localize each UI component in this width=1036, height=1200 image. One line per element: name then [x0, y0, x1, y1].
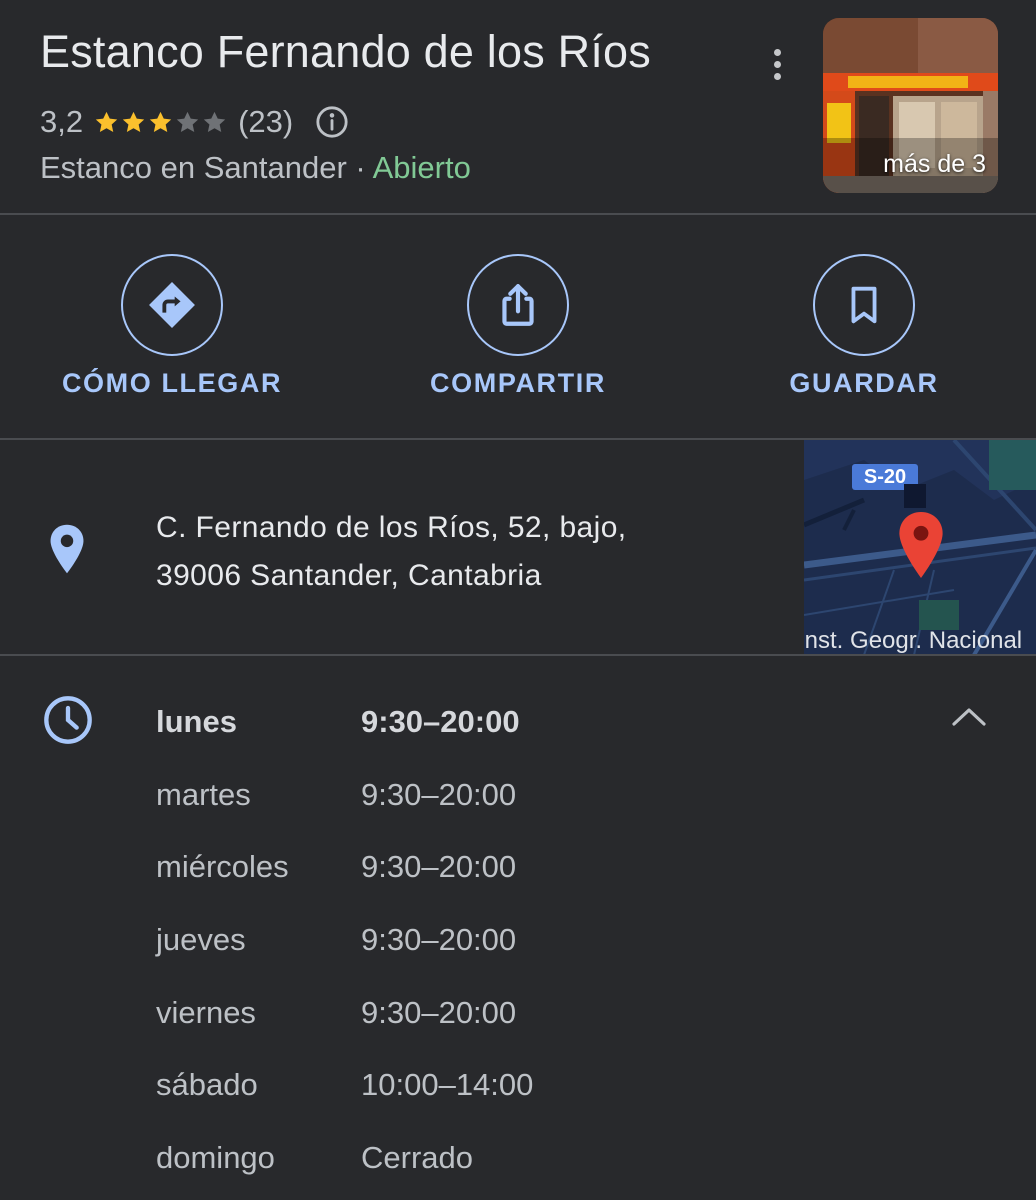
action-circle	[813, 254, 915, 356]
separator: ·	[346, 150, 373, 185]
day-label: martes	[156, 777, 251, 812]
directions-button[interactable]: CÓMO LLEGAR	[42, 254, 302, 404]
day-label: viernes	[156, 995, 256, 1030]
dot	[773, 60, 781, 68]
action-circle	[467, 254, 569, 356]
star-icon	[149, 111, 172, 132]
hours-value: 9:30–20:00	[361, 704, 520, 739]
star-icon	[122, 111, 145, 132]
address-line: C. Fernando de los Ríos, 52, bajo,	[156, 511, 627, 544]
star-rating	[93, 109, 228, 136]
hours-value: Cerrado	[361, 1140, 473, 1175]
hours-row-wednesday: miércoles 9:30–20:00	[156, 845, 516, 889]
share-button[interactable]: COMPARTIR	[388, 254, 648, 404]
star-icon	[176, 111, 199, 132]
action-label: COMPARTIR	[430, 368, 606, 398]
star-icon	[95, 111, 118, 132]
rating-value: 3,2	[40, 104, 84, 139]
place-title: Estanco Fernando de los Ríos	[40, 26, 651, 77]
action-circle	[121, 254, 223, 356]
hours-row-monday: lunes 9:30–20:00	[156, 700, 520, 744]
road-label: S-20	[863, 466, 907, 488]
more-options-button[interactable]	[762, 44, 792, 84]
divider	[0, 213, 1036, 215]
hours-row-tuesday: martes 9:30–20:00	[156, 773, 516, 817]
hours-row-saturday: sábado 10:00–14:00	[156, 1063, 533, 1107]
hours-value: 9:30–20:00	[361, 922, 517, 957]
hours-row-sunday: domingo Cerrado	[156, 1136, 473, 1180]
action-label: GUARDAR	[789, 368, 939, 398]
address[interactable]: C. Fernando de los Ríos, 52, bajo, 39006…	[156, 504, 627, 600]
place-photo[interactable]: más de 3	[823, 18, 998, 193]
day-label: domingo	[156, 1140, 275, 1175]
dot	[773, 72, 781, 80]
save-button[interactable]: GUARDAR	[734, 254, 994, 404]
day-label: miércoles	[156, 849, 289, 884]
chevron-up-icon[interactable]	[948, 700, 990, 732]
hours-value: 9:30–20:00	[361, 995, 517, 1030]
directions-icon	[149, 282, 195, 328]
place-header: Estanco Fernando de los Ríos 3,2 (23) Es…	[0, 0, 1036, 214]
day-label: jueves	[156, 922, 246, 957]
action-label: CÓMO LLEGAR	[61, 368, 283, 398]
day-label: sábado	[156, 1067, 258, 1102]
map-pin-icon	[899, 512, 943, 578]
star-icon	[203, 111, 226, 132]
hours-row-friday: viernes 9:30–20:00	[156, 991, 516, 1035]
location-pin-icon	[50, 524, 84, 574]
share-icon	[502, 284, 534, 326]
map-thumbnail[interactable]: S-20 Inst. Geogr. Nacional	[804, 440, 1036, 655]
divider	[0, 654, 1036, 656]
photo-count-label: más de 3	[883, 150, 986, 178]
info-icon[interactable]	[315, 105, 349, 139]
address-line: 39006 Santander, Cantabria	[156, 559, 542, 592]
bookmark-icon	[851, 286, 877, 324]
hours-value: 10:00–14:00	[361, 1067, 534, 1102]
hours-row-thursday: jueves 9:30–20:00	[156, 918, 516, 962]
map-attribution: Inst. Geogr. Nacional	[804, 627, 1023, 654]
category: Estanco en Santander	[40, 150, 347, 185]
category-row: Estanco en Santander · Abierto	[40, 150, 471, 186]
rating-row[interactable]: 3,2 (23)	[40, 102, 349, 142]
open-status: Abierto	[372, 150, 471, 185]
clock-icon	[44, 696, 92, 744]
review-count[interactable]: (23)	[238, 104, 293, 140]
hours-value: 9:30–20:00	[361, 849, 517, 884]
day-label: lunes	[156, 704, 237, 739]
dot	[773, 48, 781, 56]
hours-value: 9:30–20:00	[361, 777, 517, 812]
